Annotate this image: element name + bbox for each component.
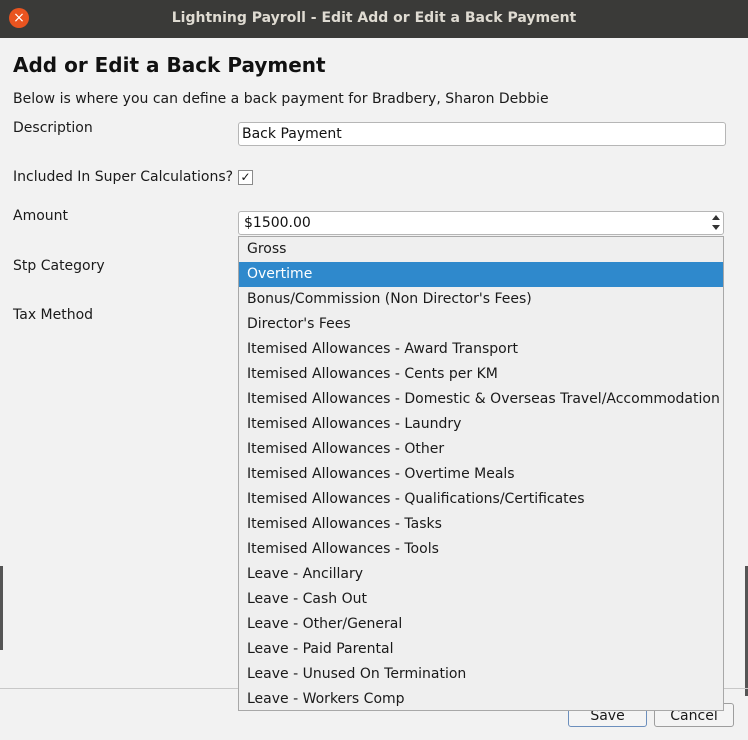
dropdown-option[interactable]: Itemised Allowances - Overtime Meals [239,462,723,487]
dropdown-option[interactable]: Itemised Allowances - Tasks [239,512,723,537]
stp-category-label: Stp Category [13,258,105,274]
dropdown-option[interactable]: Bonus/Commission (Non Director's Fees) [239,287,723,312]
tax-method-label: Tax Method [13,307,94,323]
spinner-arrows[interactable] [711,213,721,233]
chevron-up-icon[interactable] [712,215,720,220]
amount-spinner[interactable]: $1500.00 [238,211,724,235]
description-input[interactable]: Back Payment [238,122,726,146]
dropdown-option[interactable]: Overtime [239,262,723,287]
dropdown-option[interactable]: Leave - Other/General [239,612,723,637]
window-title: Lightning Payroll - Edit Add or Edit a B… [171,10,577,26]
dropdown-option[interactable]: Itemised Allowances - Award Transport [239,337,723,362]
page-subtitle: Below is where you can define a back pay… [13,91,549,107]
dropdown-option[interactable]: Itemised Allowances - Other [239,437,723,462]
amount-label: Amount [13,208,69,224]
dropdown-option[interactable]: Leave - Ancillary [239,562,723,587]
dropdown-option[interactable]: Itemised Allowances - Tools [239,537,723,562]
window-titlebar: × Lightning Payroll - Edit Add or Edit a… [0,0,748,39]
super-calculations-label: Included In Super Calculations? [13,169,234,185]
dropdown-option[interactable]: Director's Fees [239,312,723,337]
dropdown-option[interactable]: Leave - Paid Parental [239,637,723,662]
amount-value: $1500.00 [244,215,311,231]
dropdown-option[interactable]: Itemised Allowances - Qualifications/Cer… [239,487,723,512]
chevron-down-icon[interactable] [712,225,720,230]
dropdown-option[interactable]: Leave - Cash Out [239,587,723,612]
dialog-window: Add or Edit a Back Payment Below is wher… [0,38,748,740]
dropdown-option[interactable]: Itemised Allowances - Laundry [239,412,723,437]
background-window-edge-left [0,566,3,650]
dropdown-option[interactable]: Itemised Allowances - Cents per KM [239,362,723,387]
dropdown-option[interactable]: Leave - Unused On Termination [239,662,723,687]
page-title: Add or Edit a Back Payment [13,53,326,77]
dropdown-option[interactable]: Gross [239,237,723,262]
description-label: Description [13,120,93,136]
super-calculations-checkbox[interactable]: ✓ [238,170,253,185]
stp-category-dropdown-list[interactable]: Gross Overtime Bonus/Commission (Non Direc… [238,236,724,711]
dropdown-option[interactable]: Itemised Allowances - Domestic & Oversea… [239,387,723,412]
dropdown-option[interactable]: Leave - Workers Comp [239,687,723,710]
